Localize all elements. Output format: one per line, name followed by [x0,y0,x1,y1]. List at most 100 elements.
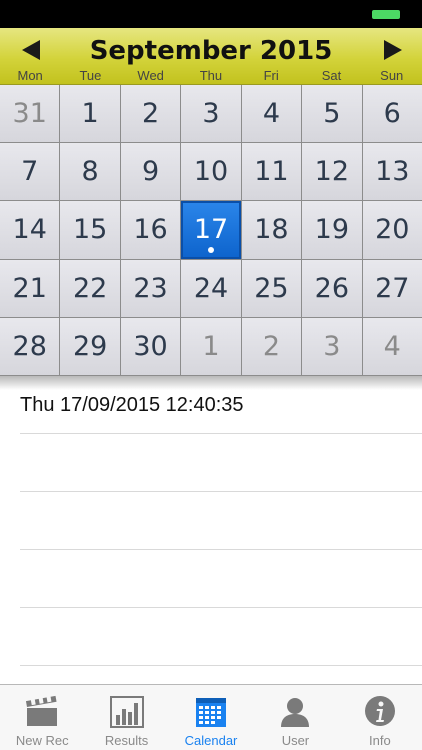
clapperboard-icon [26,695,58,726]
event-dot-icon [207,246,214,253]
day-number: 27 [375,272,410,304]
calendar-icon [196,698,227,727]
bar-chart-icon [109,696,144,728]
weekday-label: Sun [380,68,404,83]
day-cell[interactable]: 28 [0,317,60,375]
day-cell[interactable]: 11 [241,143,302,201]
day-cell[interactable]: 2 [241,317,302,375]
day-number: 3 [202,98,220,130]
battery-icon [372,10,400,19]
tab-label: New Rec [15,733,69,748]
event-row[interactable]: Thu 17/09/2015 12:40:35 [20,376,422,434]
day-number: 1 [202,330,220,362]
day-cell[interactable]: 18 [241,201,302,259]
tab-calendar[interactable]: Calendar [169,685,253,750]
day-cell[interactable]: 19 [302,201,362,259]
tab-label: Info [368,733,391,748]
weekday-label: Wed [137,68,164,83]
day-cell[interactable]: 16 [120,201,181,259]
day-number: 22 [72,272,108,304]
day-cell[interactable]: 25 [241,259,302,317]
day-number: 17 [193,214,229,246]
day-cell[interactable]: 21 [0,259,60,317]
day-number: 1 [81,98,99,130]
user-icon [281,698,310,727]
day-cell[interactable]: 13 [362,143,422,201]
day-number: 13 [375,156,410,188]
day-cell[interactable]: 7 [0,143,60,201]
day-number: 11 [254,156,289,188]
day-cell[interactable]: 15 [60,201,120,259]
day-cell[interactable]: 26 [302,259,362,317]
day-number: 14 [12,214,47,246]
weekday-header: Mon Tue Wed Thu Fri Sat Sun [0,68,422,84]
day-number: 30 [133,330,168,362]
day-cell[interactable]: 1 [60,85,120,143]
day-cell[interactable]: 9 [120,143,181,201]
day-cell[interactable]: 20 [362,201,422,259]
day-number: 23 [133,272,168,304]
day-cell[interactable]: 4 [241,85,302,143]
day-number: 3 [323,330,341,362]
tab-results[interactable]: Results [84,685,168,750]
day-number: 8 [81,156,99,188]
day-cell[interactable]: 3 [181,85,241,143]
day-number: 2 [262,330,281,362]
event-list: Thu 17/09/2015 12:40:35 [0,376,422,684]
weekday-label: Thu [199,68,223,83]
tab-user[interactable]: User [253,685,337,750]
event-row[interactable] [20,492,422,550]
day-number: 19 [314,214,350,246]
day-number: 4 [383,330,401,362]
event-row[interactable] [20,550,422,608]
day-number: 21 [12,272,47,304]
event-row[interactable] [20,434,422,492]
day-cell[interactable]: 3 [302,317,362,375]
day-cell[interactable]: 27 [362,259,422,317]
calendar-grid: 31 1 2 3 4 5 6 7 8 9 10 11 12 13 14 15 16 17 18 19 20 21 22 23 2… [0,85,422,376]
day-number: 12 [314,156,350,188]
day-number: 20 [375,214,410,246]
day-number: 18 [254,214,289,246]
day-number: 5 [323,98,341,130]
day-cell[interactable]: 30 [120,317,181,375]
day-number: 7 [21,156,39,188]
event-row[interactable] [20,608,422,666]
day-cell[interactable]: 5 [302,85,362,143]
day-cell[interactable]: 2 [120,85,181,143]
day-number: 10 [193,156,229,188]
day-cell[interactable]: 4 [362,317,422,375]
day-number: 24 [193,272,229,304]
day-number: 15 [72,214,108,246]
day-number: 16 [133,214,168,246]
day-number: 29 [72,330,108,362]
weekday-label: Fri [263,68,279,83]
day-cell[interactable]: 31 [0,85,60,143]
tab-info[interactable]: Info [338,685,422,750]
next-month-button[interactable] [384,40,402,60]
day-cell[interactable]: 29 [60,317,120,375]
day-number: 31 [12,98,47,130]
weekday-label: Tue [79,68,102,83]
tab-label: Results [104,733,149,748]
tab-label: User [281,733,310,748]
day-number: 28 [12,330,47,362]
info-icon [364,696,395,726]
day-number: 25 [254,272,289,304]
day-cell[interactable]: 10 [181,143,241,201]
day-cell[interactable]: 8 [60,143,120,201]
tab-bar: New Rec Results Calendar User Info [0,684,422,750]
day-cell[interactable]: 23 [120,259,181,317]
day-cell[interactable]: 14 [0,201,60,259]
day-cell-selected[interactable]: 17 [181,201,241,259]
day-cell[interactable]: 1 [181,317,241,375]
weekday-label: Sat [321,68,342,83]
day-cell[interactable]: 22 [60,259,120,317]
day-number: 6 [383,98,401,130]
day-cell[interactable]: 24 [181,259,241,317]
day-cell[interactable]: 12 [302,143,362,201]
tab-label: Calendar [184,733,238,748]
tab-new-rec[interactable]: New Rec [0,685,84,750]
day-cell[interactable]: 6 [362,85,422,143]
month-title: September 2015 [89,36,333,66]
